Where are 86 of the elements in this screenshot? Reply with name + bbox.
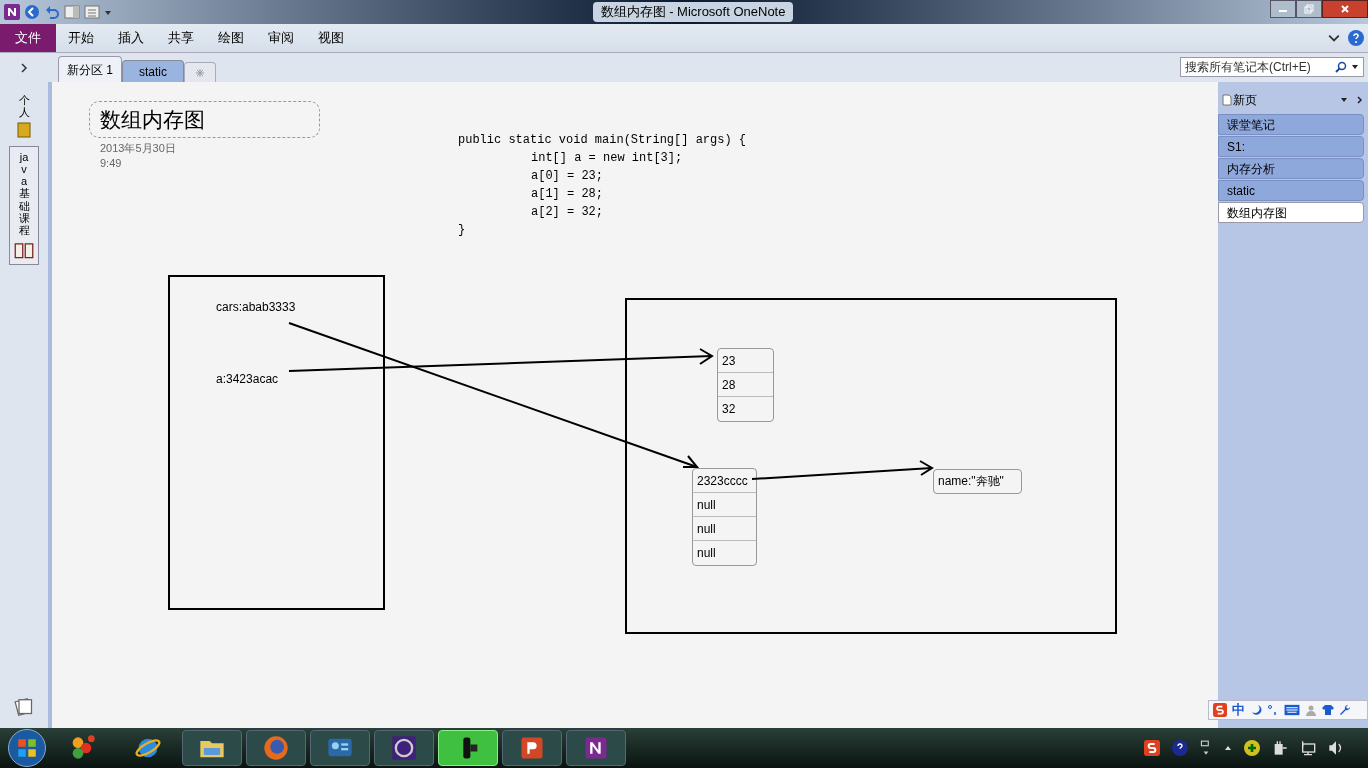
page-item[interactable]: 课堂笔记	[1218, 114, 1364, 135]
window-title: 数组内存图 - Microsoft OneNote	[592, 2, 794, 22]
notebook-icon	[16, 122, 32, 139]
array-cell: 28	[718, 373, 773, 397]
section-tab[interactable]: static	[122, 60, 185, 82]
plus-badge-icon[interactable]	[1244, 740, 1260, 756]
help-icon[interactable]	[1348, 30, 1364, 46]
dock-icon[interactable]	[64, 4, 80, 20]
page-date: 2013年5月30日	[100, 141, 176, 156]
search-icon	[1335, 61, 1347, 73]
page-item[interactable]: static	[1218, 180, 1364, 201]
array-cell: 2323cccc	[693, 469, 756, 493]
help-tray-icon[interactable]	[1172, 740, 1188, 756]
variable-label: a:3423acac	[216, 371, 279, 388]
notebook-label[interactable]: 个人	[18, 94, 30, 119]
show-hidden-icons-icon[interactable]	[1224, 744, 1232, 752]
keyboard-icon[interactable]	[1284, 704, 1300, 716]
code-line: public static void main(String[] args) {	[458, 132, 747, 149]
back-icon[interactable]	[24, 4, 40, 20]
sparkle-icon	[195, 67, 206, 78]
code-line: a[2] = 32;	[530, 204, 604, 221]
customize-caret-icon[interactable]	[104, 8, 112, 16]
page-title: 数组内存图	[100, 106, 205, 133]
app-logo-icon[interactable]	[4, 4, 20, 20]
file-tab[interactable]: 文件	[0, 24, 56, 52]
taskbar-app-button[interactable]	[502, 730, 562, 766]
ribbon-tab[interactable]: 共享	[156, 24, 206, 52]
page-item[interactable]: 内存分析	[1218, 158, 1364, 179]
ribbon-tab[interactable]: 插入	[106, 24, 156, 52]
firefox-icon	[262, 734, 290, 762]
object-box: name:"奔驰"	[933, 469, 1022, 494]
chevron-right-icon[interactable]	[1356, 96, 1364, 104]
ribbon-tab[interactable]: 视图	[306, 24, 356, 52]
ime-logo-icon[interactable]	[1213, 703, 1227, 717]
code-line: int[] a = new int[3];	[530, 150, 684, 167]
array-cell: null	[693, 517, 756, 541]
caret-icon	[1351, 63, 1359, 71]
page-view-icon[interactable]	[84, 4, 100, 20]
notebook-label[interactable]: java基础课程	[18, 151, 30, 236]
code-line: }	[458, 222, 467, 239]
power-plug-icon[interactable]	[1272, 740, 1288, 756]
language-switch-icon[interactable]	[1200, 740, 1212, 756]
page-time: 9:49	[100, 156, 122, 171]
notes-stack-icon[interactable]	[14, 696, 34, 716]
punctuation-icon[interactable]	[1267, 704, 1279, 716]
ribbon-tab[interactable]: 审阅	[256, 24, 306, 52]
restore-icon	[1304, 4, 1314, 14]
dropdown-caret-icon[interactable]	[1340, 96, 1348, 104]
minimize-button[interactable]	[1270, 0, 1296, 18]
array-cell-text: 32	[721, 401, 737, 418]
taskbar-app-button[interactable]	[566, 730, 626, 766]
section-tab[interactable]: 新分区 1	[58, 56, 122, 82]
search-field[interactable]: 搜索所有笔记本(Ctrl+E)	[1180, 57, 1364, 77]
code-line: a[1] = 28;	[530, 186, 604, 203]
new-page-icon	[1222, 94, 1232, 106]
moon-icon[interactable]	[1250, 704, 1262, 716]
array-cell: null	[693, 493, 756, 517]
shirt-icon[interactable]	[1322, 704, 1334, 716]
start-button[interactable]	[8, 729, 46, 767]
array-cell-text: null	[696, 545, 717, 562]
title-box[interactable]: 数组内存图	[89, 101, 320, 138]
notebook-item[interactable]: java基础课程	[9, 146, 39, 265]
volume-icon[interactable]	[1328, 740, 1344, 756]
page-item[interactable]: 数组内存图	[1218, 202, 1364, 223]
notebook-item[interactable]: 个人	[12, 90, 36, 143]
array-cell: 23	[718, 349, 773, 373]
restore-button[interactable]	[1296, 0, 1322, 18]
expand-chevron-icon[interactable]	[19, 62, 29, 73]
windows-logo-icon	[17, 738, 37, 758]
taskbar-app-button[interactable]	[374, 730, 434, 766]
ribbon-tab[interactable]: 绘图	[206, 24, 256, 52]
collapse-ribbon-icon[interactable]	[1328, 32, 1340, 44]
page-item[interactable]: S1:	[1218, 136, 1364, 157]
taskbar-app-button[interactable]	[310, 730, 370, 766]
undo-icon[interactable]	[44, 4, 60, 20]
code-line: a[0] = 23;	[530, 168, 604, 185]
new-page-button[interactable]: 新页	[1222, 91, 1257, 109]
ime-tray-icon[interactable]	[1144, 740, 1160, 756]
close-button[interactable]	[1322, 0, 1368, 18]
ime-mode[interactable]: 中	[1232, 700, 1245, 720]
network-icon[interactable]	[1300, 740, 1316, 756]
variable-label: cars:abab3333	[216, 299, 296, 316]
taskbar-app-button[interactable]	[182, 730, 242, 766]
close-icon	[1340, 4, 1350, 14]
wrench-icon[interactable]	[1339, 704, 1351, 716]
ribbon-tab[interactable]: 开始	[56, 24, 106, 52]
